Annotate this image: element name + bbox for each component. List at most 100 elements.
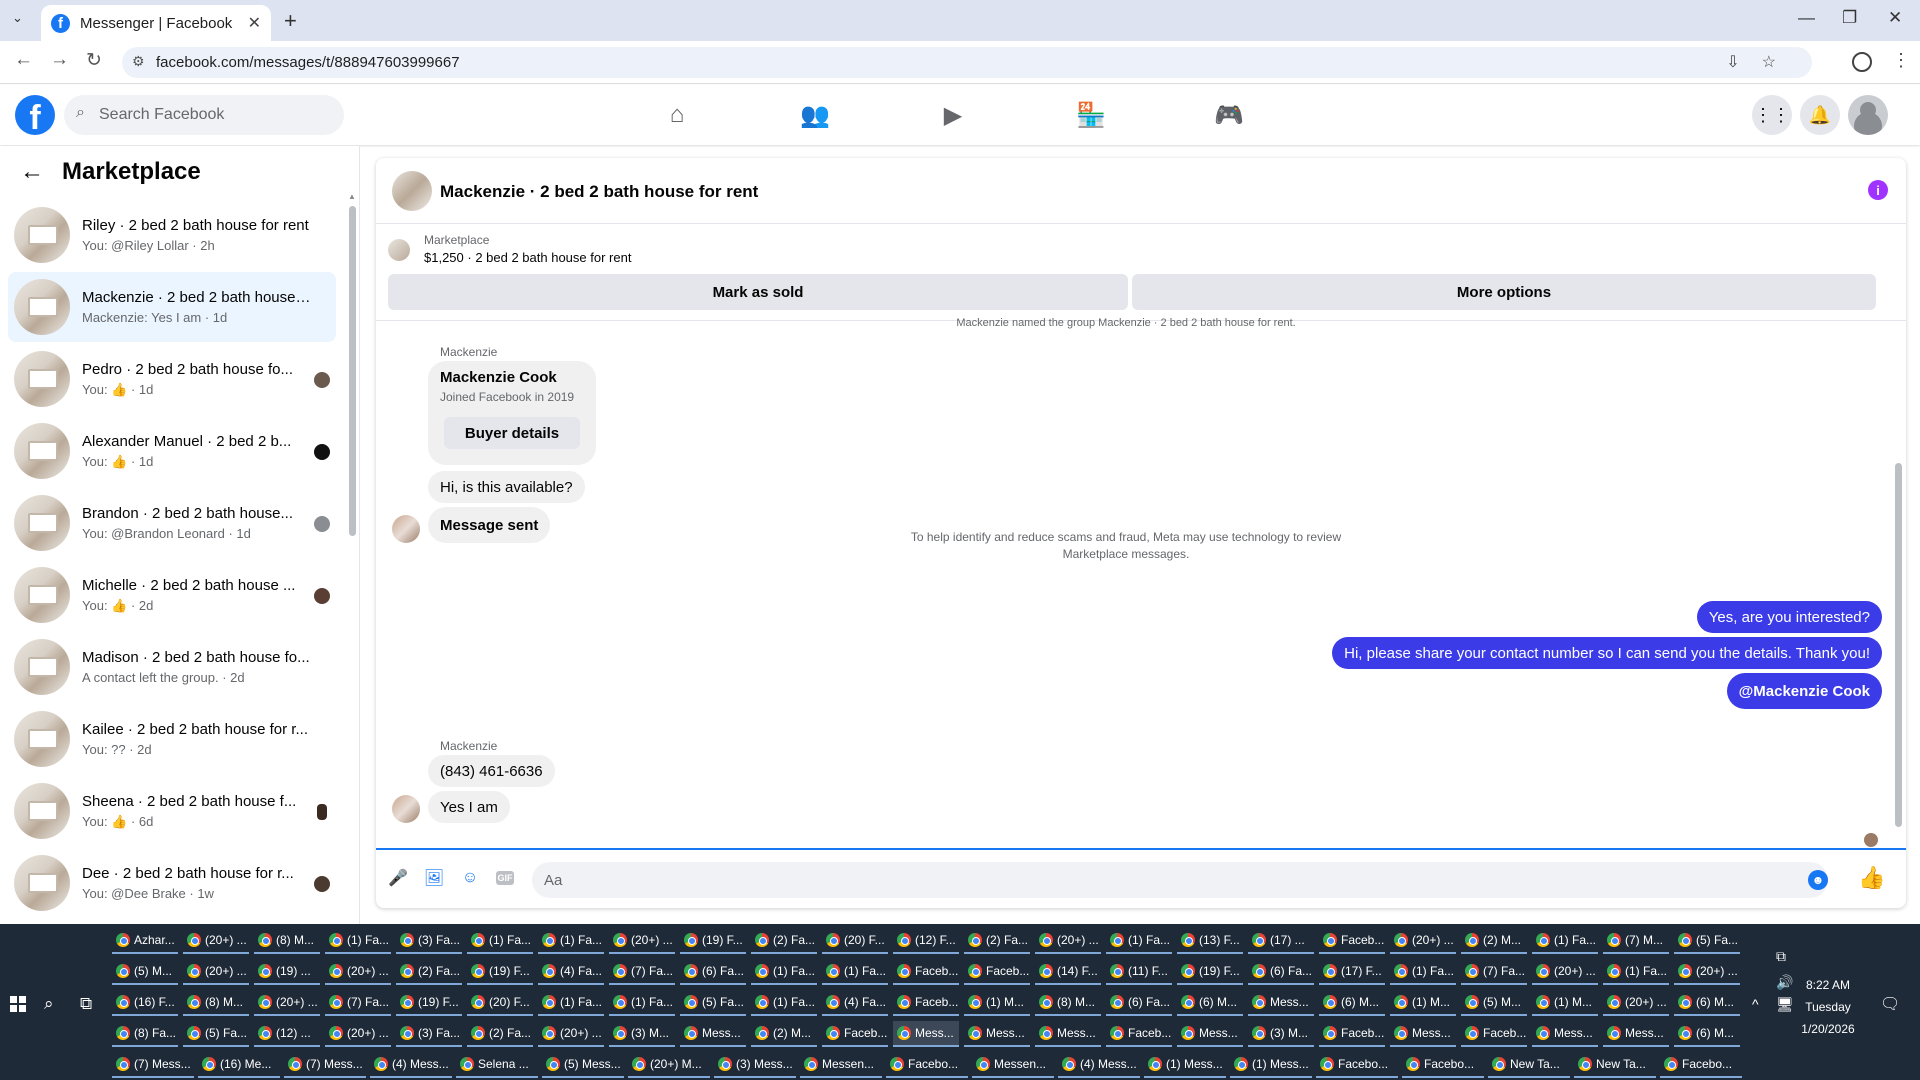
outgoing-message[interactable]: @Mackenzie Cook <box>1726 673 1882 709</box>
taskbar-window-button[interactable]: (6) Fa... <box>680 959 746 985</box>
taskbar-window-button[interactable]: (2) Fa... <box>467 1021 533 1047</box>
microphone-icon[interactable]: 🎤 <box>388 868 408 888</box>
taskbar-window-button[interactable]: (20+) ... <box>609 928 675 954</box>
url-text[interactable]: facebook.com/messages/t/888947603999667 <box>156 54 460 71</box>
taskbar-window-button[interactable]: (6) Fa... <box>1106 990 1172 1016</box>
taskbar-window-button[interactable]: (19) F... <box>467 959 533 985</box>
taskbar-window-button[interactable]: Mess... <box>680 1021 746 1047</box>
conversation-item-active[interactable]: Mackenzie · 2 bed 2 bath house ... Macken… <box>8 272 336 342</box>
new-tab-icon[interactable]: + <box>284 8 297 34</box>
taskbar-window-button[interactable]: (3) Fa... <box>396 1021 462 1047</box>
notifications-icon[interactable]: 🔔 <box>1800 95 1840 135</box>
outgoing-message[interactable]: Yes, are you interested? <box>1696 601 1882 633</box>
conversation-item[interactable]: Riley · 2 bed 2 bath house for rent You: … <box>8 200 336 270</box>
thumbs-up-icon[interactable]: 👍 <box>1858 865 1885 891</box>
taskbar-window-button[interactable]: (1) Mess... <box>1230 1052 1312 1078</box>
sender-avatar[interactable] <box>392 795 420 823</box>
taskbar-window-button[interactable]: (20) F... <box>467 990 533 1016</box>
taskbar-window-button[interactable]: (1) Fa... <box>822 959 888 985</box>
taskbar-window-button[interactable]: (4) Mess... <box>370 1052 452 1078</box>
conversation-item[interactable]: Michelle · 2 bed 2 bath house ... You: 👍 … <box>8 560 336 630</box>
search-taskbar-icon[interactable]: ⌕ <box>44 994 54 1014</box>
taskbar-window-button[interactable]: (5) Fa... <box>183 1021 249 1047</box>
taskbar-window-button[interactable]: (1) Fa... <box>1603 959 1669 985</box>
taskbar-window-button[interactable]: (4) Mess... <box>1058 1052 1140 1078</box>
taskbar-window-button[interactable]: Faceb... <box>964 959 1030 985</box>
taskbar-window-button[interactable]: (20+) ... <box>1532 959 1598 985</box>
taskbar-window-button[interactable]: (20+) M... <box>628 1052 710 1078</box>
tray-icon[interactable]: ⧉ <box>1776 948 1786 965</box>
taskbar-window-button[interactable]: (16) Me... <box>198 1052 280 1078</box>
taskbar-window-button[interactable]: Facebo... <box>886 1052 968 1078</box>
taskbar-window-button[interactable]: (2) Fa... <box>396 959 462 985</box>
back-icon[interactable]: ← <box>14 49 33 71</box>
taskbar-window-button[interactable]: (19) F... <box>680 928 746 954</box>
taskbar-window-button[interactable]: (2) Fa... <box>751 928 817 954</box>
taskbar-window-button[interactable]: Faceb... <box>1106 1021 1172 1047</box>
taskbar-window-button[interactable]: (8) M... <box>254 928 320 954</box>
emoji-icon[interactable]: ☻ <box>1808 870 1828 890</box>
taskbar-window-button[interactable]: Facebo... <box>1660 1052 1742 1078</box>
taskbar-window-button[interactable]: (6) M... <box>1319 990 1385 1016</box>
taskbar-window-button[interactable]: (1) Fa... <box>1390 959 1456 985</box>
reload-icon[interactable]: ↻ <box>86 49 102 72</box>
taskbar-window-button[interactable]: (20+) ... <box>325 1021 391 1047</box>
taskbar-window-button[interactable]: (20+) ... <box>1603 990 1669 1016</box>
taskbar-window-button[interactable]: Mess... <box>1532 1021 1598 1047</box>
taskbar-window-button[interactable]: (3) Fa... <box>396 928 462 954</box>
taskbar-window-button[interactable]: (6) M... <box>1674 1021 1740 1047</box>
taskbar-window-button[interactable]: Mess... <box>1177 1021 1243 1047</box>
taskbar-window-button[interactable]: (1) M... <box>1532 990 1598 1016</box>
scroll-up-icon[interactable]: ▲ <box>348 192 356 201</box>
taskbar-window-button[interactable]: (12) ... <box>254 1021 320 1047</box>
taskbar-window-button[interactable]: (20+) ... <box>538 1021 604 1047</box>
conversation-item[interactable]: Dee · 2 bed 2 bath house for r... You: @D… <box>8 848 336 918</box>
buyer-details-button[interactable]: Buyer details <box>444 417 580 449</box>
taskbar-window-button[interactable]: Mess... <box>893 1021 959 1047</box>
taskbar-window-button[interactable]: (19) F... <box>1177 959 1243 985</box>
friends-icon[interactable]: 👥 <box>800 101 830 129</box>
listing-price[interactable]: $1,250 · 2 bed 2 bath house for rent <box>424 250 631 265</box>
taskbar-window-button[interactable]: (6) Fa... <box>1248 959 1314 985</box>
taskbar-window-button[interactable]: (7) Mess... <box>284 1052 366 1078</box>
taskbar-window-button[interactable]: (7) Fa... <box>325 990 391 1016</box>
taskbar-window-button[interactable]: Selena ... <box>456 1052 538 1078</box>
taskbar-window-button[interactable]: (20+) ... <box>1035 928 1101 954</box>
taskbar-window-button[interactable]: Faceb... <box>1461 1021 1527 1047</box>
taskbar-window-button[interactable]: (1) Mess... <box>1144 1052 1226 1078</box>
outgoing-message[interactable]: Hi, please share your contact number so … <box>1332 637 1882 669</box>
sidebar-scrollbar[interactable] <box>349 206 356 536</box>
taskbar-window-button[interactable]: (8) M... <box>1035 990 1101 1016</box>
task-view-icon[interactable]: ⧉ <box>80 994 92 1014</box>
taskbar-window-button[interactable]: (4) Fa... <box>822 990 888 1016</box>
incoming-message[interactable]: Yes I am <box>428 791 510 823</box>
taskbar-window-button[interactable]: (5) Fa... <box>1674 928 1740 954</box>
tab-search-icon[interactable]: ⌄ <box>12 10 23 26</box>
taskbar-window-button[interactable]: Faceb... <box>1319 928 1385 954</box>
menu-grid-icon[interactable]: ⋮⋮ <box>1752 95 1792 135</box>
taskbar-window-button[interactable]: New Ta... <box>1488 1052 1570 1078</box>
url-bar[interactable]: ⚙ facebook.com/messages/t/88894760399966… <box>122 47 1812 78</box>
taskbar-window-button[interactable]: (19) F... <box>396 990 462 1016</box>
incoming-message[interactable]: Message sent <box>428 507 551 543</box>
conversation-item[interactable]: Alexander Manuel · 2 bed 2 b... You: 👍 · … <box>8 416 336 486</box>
taskbar-window-button[interactable]: (20+) ... <box>1674 959 1740 985</box>
taskbar-window-button[interactable]: (2) M... <box>751 1021 817 1047</box>
taskbar-window-button[interactable]: (3) M... <box>1248 1021 1314 1047</box>
browser-tab[interactable]: f Messenger | Facebook ✕ <box>41 5 271 41</box>
taskbar-window-button[interactable]: (12) F... <box>893 928 959 954</box>
conversation-item[interactable]: Madison · 2 bed 2 bath house fo... A cont… <box>8 632 336 702</box>
home-icon[interactable]: ⌂ <box>662 101 692 129</box>
site-info-icon[interactable]: ⚙ <box>132 53 145 70</box>
account-avatar[interactable] <box>1848 95 1888 135</box>
taskbar-window-button[interactable]: (5) Fa... <box>680 990 746 1016</box>
taskbar-window-button[interactable]: Mess... <box>964 1021 1030 1047</box>
conversation-item[interactable]: Brandon · 2 bed 2 bath house... You: @Bra… <box>8 488 336 558</box>
taskbar-window-button[interactable]: (11) F... <box>1106 959 1172 985</box>
taskbar-window-button[interactable]: (2) Fa... <box>964 928 1030 954</box>
taskbar-window-button[interactable]: (1) Fa... <box>1106 928 1172 954</box>
minimize-icon[interactable]: — <box>1798 8 1815 28</box>
tab-close-icon[interactable]: ✕ <box>248 13 261 33</box>
taskbar-window-button[interactable]: (20+) ... <box>254 990 320 1016</box>
message-input[interactable]: Aa <box>532 862 1828 898</box>
